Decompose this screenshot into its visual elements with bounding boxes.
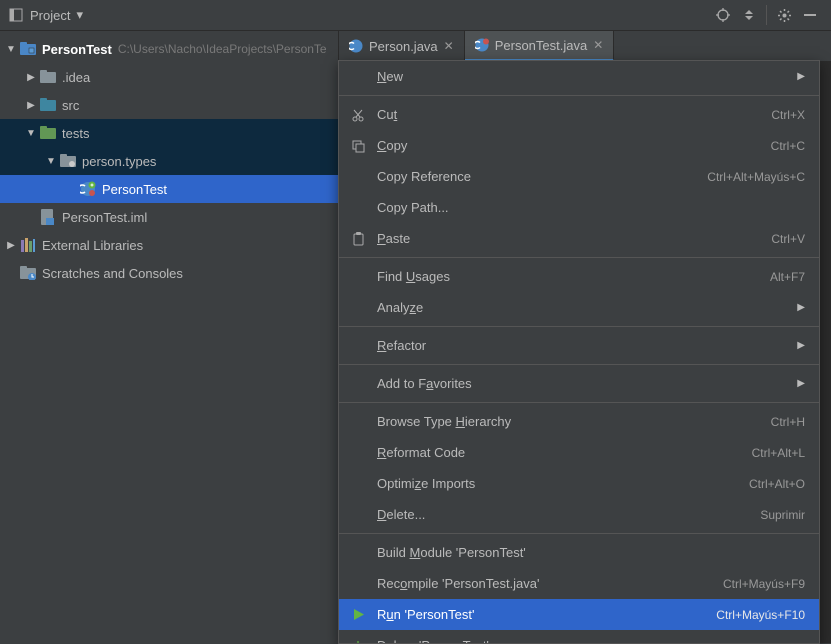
menu-browse-hierarchy[interactable]: Browse Type HierarchyCtrl+H: [339, 406, 819, 437]
toggle-icon[interactable]: ▼: [4, 44, 18, 55]
menu-find-usages[interactable]: Find UsagesAlt+F7: [339, 261, 819, 292]
hide-panel-icon[interactable]: [797, 2, 823, 28]
menu-add-favorites[interactable]: Add to Favorites▶: [339, 368, 819, 399]
menu-optimize-imports[interactable]: Optimize ImportsCtrl+Alt+O: [339, 468, 819, 499]
menu-delete[interactable]: Delete...Suprimir: [339, 499, 819, 530]
context-menu: New▶ CutCtrl+X CopyCtrl+C Copy Reference…: [338, 60, 820, 644]
menu-copy-path[interactable]: Copy Path...: [339, 192, 819, 223]
toggle-icon[interactable]: ▶: [24, 72, 38, 83]
editor-tab[interactable]: PersonTest.java ✕: [465, 31, 615, 61]
panel-dropdown-icon[interactable]: ▾: [76, 7, 83, 23]
menu-refactor[interactable]: Refactor▶: [339, 330, 819, 361]
locate-icon[interactable]: [710, 2, 736, 28]
libraries-icon: [20, 237, 36, 253]
folder-icon: [40, 69, 56, 85]
close-tab-icon[interactable]: ✕: [593, 38, 603, 52]
menu-run[interactable]: Run 'PersonTest'Ctrl+Mayús+F10: [339, 599, 819, 630]
settings-icon[interactable]: [771, 2, 797, 28]
editor-tab[interactable]: Person.java ✕: [339, 31, 465, 61]
menu-separator: [339, 402, 819, 403]
debug-icon: [349, 637, 367, 644]
menu-separator: [339, 533, 819, 534]
package-icon: [60, 153, 76, 169]
project-panel-icon: [8, 7, 24, 23]
tree-node-idea[interactable]: ▶ .idea: [0, 63, 338, 91]
tree-node-package[interactable]: ▼ person.types: [0, 147, 338, 175]
project-panel-header: Project ▾: [0, 0, 831, 31]
toggle-icon[interactable]: ▼: [44, 156, 58, 167]
scratches-icon: [20, 265, 36, 281]
tree-node-iml[interactable]: PersonTest.iml: [0, 203, 338, 231]
editor-tab-bar: Person.java ✕ PersonTest.java ✕: [339, 31, 831, 61]
paste-icon: [349, 230, 367, 248]
menu-separator: [339, 95, 819, 96]
close-tab-icon[interactable]: ✕: [444, 39, 454, 53]
divider: [766, 5, 767, 25]
tree-root-node[interactable]: ▼ PersonTest C:\Users\Nacho\IdeaProjects…: [0, 35, 338, 63]
menu-reformat-code[interactable]: Reformat CodeCtrl+Alt+L: [339, 437, 819, 468]
menu-separator: [339, 257, 819, 258]
cut-icon: [349, 106, 367, 124]
menu-recompile[interactable]: Recompile 'PersonTest.java'Ctrl+Mayús+F9: [339, 568, 819, 599]
menu-new[interactable]: New▶: [339, 61, 819, 92]
project-tree[interactable]: ▼ PersonTest C:\Users\Nacho\IdeaProjects…: [0, 31, 339, 643]
toggle-icon[interactable]: ▶: [24, 100, 38, 111]
tree-node-external-libs[interactable]: ▶ External Libraries: [0, 231, 338, 259]
menu-separator: [339, 326, 819, 327]
tree-node-persontest-class[interactable]: PersonTest: [0, 175, 338, 203]
menu-separator: [339, 364, 819, 365]
module-icon: [20, 41, 36, 57]
menu-cut[interactable]: CutCtrl+X: [339, 99, 819, 130]
iml-file-icon: [40, 209, 56, 225]
source-folder-icon: [40, 97, 56, 113]
run-icon: [349, 606, 367, 624]
tree-node-tests[interactable]: ▼ tests: [0, 119, 338, 147]
tree-node-scratches[interactable]: Scratches and Consoles: [0, 259, 338, 287]
menu-build-module[interactable]: Build Module 'PersonTest': [339, 537, 819, 568]
panel-title: Project: [30, 8, 70, 23]
toggle-icon[interactable]: ▼: [24, 128, 38, 139]
class-icon: [349, 39, 363, 53]
toggle-icon[interactable]: ▶: [4, 240, 18, 251]
test-class-icon: [80, 181, 96, 197]
copy-icon: [349, 137, 367, 155]
menu-copy[interactable]: CopyCtrl+C: [339, 130, 819, 161]
menu-paste[interactable]: PasteCtrl+V: [339, 223, 819, 254]
test-folder-icon: [40, 125, 56, 141]
tree-node-src[interactable]: ▶ src: [0, 91, 338, 119]
test-class-icon: [475, 38, 489, 52]
expand-all-icon[interactable]: [736, 2, 762, 28]
menu-analyze[interactable]: Analyze▶: [339, 292, 819, 323]
menu-copy-reference[interactable]: Copy ReferenceCtrl+Alt+Mayús+C: [339, 161, 819, 192]
